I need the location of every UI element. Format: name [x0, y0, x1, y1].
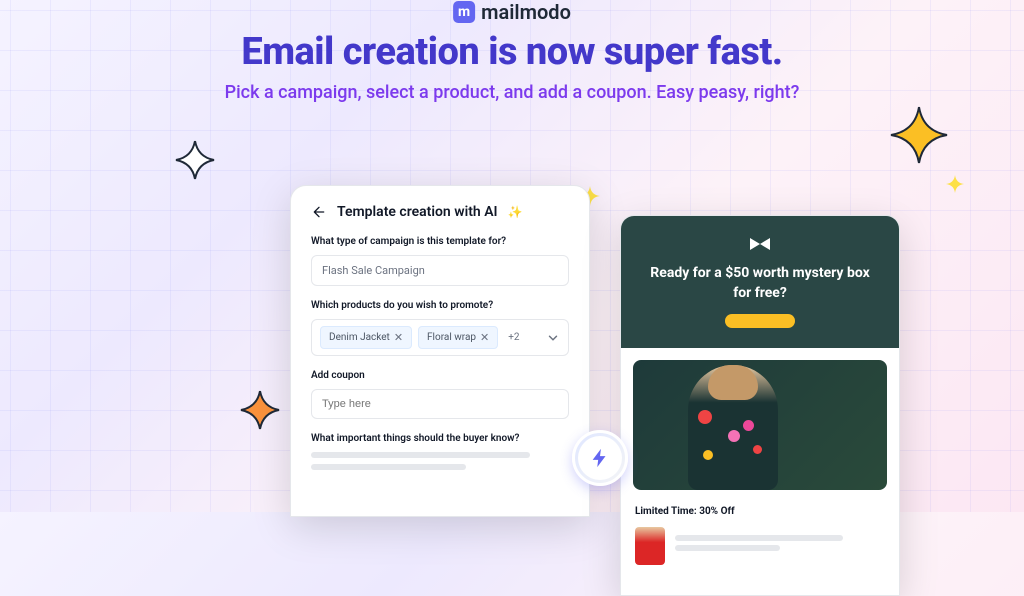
products-select[interactable]: Denim Jacket✕ Floral wrap✕ +2 [311, 319, 569, 356]
sparkle-decoration-icon [175, 140, 215, 180]
page-subheadline: Pick a campaign, select a product, and a… [0, 82, 1024, 103]
brand-logo: m mailmodo [453, 0, 571, 24]
sparkle-decoration-icon [889, 105, 949, 165]
preview-hero-title: Ready for a $50 worth mystery box for fr… [641, 264, 879, 303]
bowtie-logo-icon [750, 238, 770, 250]
campaign-type-label: What type of campaign is this template f… [311, 236, 569, 247]
product-chip[interactable]: Floral wrap✕ [418, 326, 498, 349]
ai-sparkle-icon: ✨ [508, 205, 523, 219]
skeleton-placeholder [311, 452, 530, 458]
coupon-label: Add coupon [311, 370, 569, 381]
preview-product-image [633, 360, 887, 490]
amp-lightning-badge-icon [572, 430, 628, 486]
logo-text: mailmodo [481, 0, 571, 24]
form-panel-title: Template creation with AI [337, 204, 498, 220]
skeleton-placeholder [675, 535, 843, 541]
preview-thumbnail [635, 527, 665, 565]
logo-mark-icon: m [453, 1, 475, 23]
sparkle-decoration-icon [946, 175, 964, 193]
campaign-type-input[interactable]: Flash Sale Campaign [311, 255, 569, 286]
products-label: Which products do you wish to promote? [311, 300, 569, 311]
skeleton-placeholder [311, 464, 466, 470]
email-preview-panel: Ready for a $50 worth mystery box for fr… [620, 215, 900, 596]
remove-chip-icon[interactable]: ✕ [394, 331, 403, 344]
product-chip[interactable]: Denim Jacket✕ [320, 326, 412, 349]
chevron-down-icon[interactable] [546, 331, 560, 345]
skeleton-placeholder [675, 545, 780, 551]
buyer-info-label: What important things should the buyer k… [311, 433, 569, 444]
preview-cta-button[interactable] [725, 314, 795, 328]
coupon-input[interactable] [311, 389, 569, 419]
page-headline: Email creation is now super fast. [0, 30, 1024, 74]
back-arrow-icon[interactable] [311, 204, 327, 220]
more-chips-badge: +2 [504, 330, 523, 345]
sparkle-decoration-icon [240, 390, 280, 430]
remove-chip-icon[interactable]: ✕ [480, 331, 489, 344]
template-creation-form: Template creation with AI ✨ What type of… [290, 185, 590, 517]
